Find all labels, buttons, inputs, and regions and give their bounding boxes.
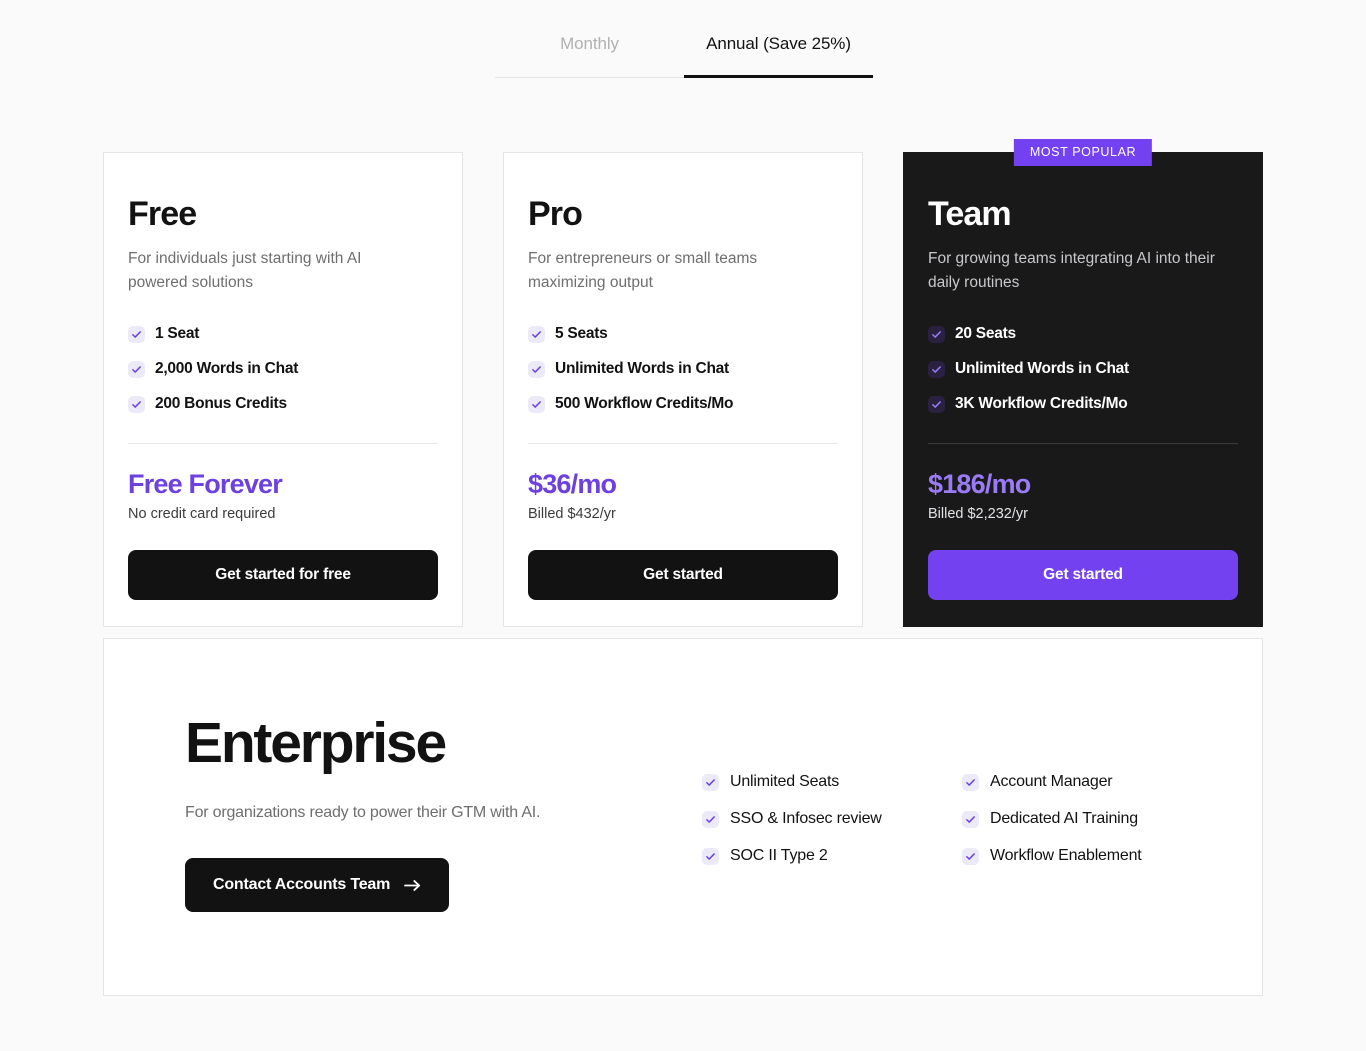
tab-monthly-label: Monthly [560, 34, 619, 53]
plan-card-team: MOST POPULAR Team For growing teams inte… [903, 139, 1263, 627]
plan-description-pro: For entrepreneurs or small teams maximiz… [528, 250, 758, 292]
check-icon [928, 360, 945, 378]
tab-monthly[interactable]: Monthly [495, 34, 684, 78]
check-icon [128, 395, 145, 413]
plan-card-free: Free For individuals just starting with … [103, 152, 463, 627]
enterprise-description: For organizations ready to power their G… [185, 804, 541, 821]
check-icon [128, 360, 145, 378]
plan-name-pro: Pro [528, 195, 583, 233]
feature-item: Dedicated AI Training [962, 810, 1222, 828]
billing-period-tabs: Monthly Annual (Save 25%) [495, 34, 873, 78]
plan-price-pro: $36/mo [528, 469, 617, 500]
plan-features-team: 20 Seats Unlimited Words in Chat 3K Work… [928, 325, 1238, 430]
get-started-free-button[interactable]: Get started for free [128, 549, 438, 600]
feature-label: 20 Seats [955, 325, 1016, 343]
feature-item: 5 Seats [528, 325, 838, 343]
feature-item: 3K Workflow Credits/Mo [928, 395, 1238, 413]
check-icon [928, 395, 945, 413]
feature-label: Account Manager [990, 773, 1113, 790]
feature-item: 200 Bonus Credits [128, 395, 438, 413]
feature-item: Unlimited Words in Chat [528, 360, 838, 378]
plan-price-free: Free Forever [128, 469, 283, 500]
pricing-page: Monthly Annual (Save 25%) Free For indiv… [0, 0, 1366, 1051]
plan-price-team: $186/mo [928, 469, 1031, 500]
contact-accounts-team-label: Contact Accounts Team [213, 876, 391, 893]
feature-item: SSO & Infosec review [702, 810, 962, 828]
check-icon [128, 325, 145, 343]
feature-label: Unlimited Words in Chat [955, 360, 1129, 378]
plan-description-free: For individuals just starting with AI po… [128, 250, 362, 292]
tab-annual[interactable]: Annual (Save 25%) [684, 34, 873, 78]
plan-features-free: 1 Seat 2,000 Words in Chat 200 Bonus Cre… [128, 325, 438, 430]
check-icon [528, 325, 545, 343]
feature-item: SOC II Type 2 [702, 847, 962, 865]
plan-name-free: Free [128, 195, 197, 233]
arrow-right-icon [404, 879, 421, 891]
plan-price-note-pro: Billed $432/yr [528, 505, 616, 522]
feature-label: SOC II Type 2 [730, 847, 828, 864]
enterprise-title: Enterprise [185, 711, 447, 775]
check-icon [702, 847, 719, 865]
feature-item: Workflow Enablement [962, 847, 1222, 865]
enterprise-features: Unlimited Seats Account Manager SSO & In… [702, 773, 1222, 865]
check-icon [962, 810, 979, 828]
feature-label: 3K Workflow Credits/Mo [955, 395, 1128, 413]
feature-label: SSO & Infosec review [730, 810, 882, 827]
enterprise-panel: Enterprise For organizations ready to po… [103, 638, 1263, 996]
feature-label: 500 Workflow Credits/Mo [555, 395, 734, 413]
check-icon [702, 810, 719, 828]
plan-price-note-team: Billed $2,232/yr [928, 505, 1028, 522]
feature-label: 200 Bonus Credits [155, 395, 287, 413]
check-icon [962, 847, 979, 865]
enterprise-left-column: Enterprise For organizations ready to po… [185, 715, 655, 912]
feature-label: Unlimited Words in Chat [555, 360, 729, 378]
check-icon [702, 773, 719, 791]
feature-item: 1 Seat [128, 325, 438, 343]
get-started-team-button[interactable]: Get started [928, 549, 1238, 600]
plan-card-list: Free For individuals just starting with … [103, 139, 1263, 627]
feature-item: 20 Seats [928, 325, 1238, 343]
check-icon [928, 325, 945, 343]
check-icon [528, 395, 545, 413]
plan-price-note-free: No credit card required [128, 505, 276, 522]
feature-item: Unlimited Words in Chat [928, 360, 1238, 378]
tab-annual-label: Annual (Save 25%) [706, 34, 851, 53]
feature-item: 2,000 Words in Chat [128, 360, 438, 378]
card-divider [528, 443, 838, 445]
contact-accounts-team-button[interactable]: Contact Accounts Team [185, 858, 450, 912]
card-divider [128, 443, 438, 445]
feature-label: Workflow Enablement [990, 847, 1142, 864]
check-icon [962, 773, 979, 791]
plan-card-pro: Pro For entrepreneurs or small teams max… [503, 152, 863, 627]
plan-name-team: Team [928, 195, 1012, 233]
feature-label: 5 Seats [555, 325, 608, 343]
plan-description-team: For growing teams integrating AI into th… [928, 250, 1215, 292]
feature-item: 500 Workflow Credits/Mo [528, 395, 838, 413]
check-icon [528, 360, 545, 378]
plan-features-pro: 5 Seats Unlimited Words in Chat 500 Work… [528, 325, 838, 430]
feature-label: Dedicated AI Training [990, 810, 1138, 827]
feature-label: 1 Seat [155, 325, 200, 343]
feature-item: Unlimited Seats [702, 773, 962, 791]
card-divider [928, 443, 1238, 445]
get-started-pro-button[interactable]: Get started [528, 549, 838, 600]
feature-label: 2,000 Words in Chat [155, 360, 299, 378]
feature-item: Account Manager [962, 773, 1222, 791]
feature-label: Unlimited Seats [730, 773, 840, 790]
most-popular-badge: MOST POPULAR [1013, 139, 1153, 166]
